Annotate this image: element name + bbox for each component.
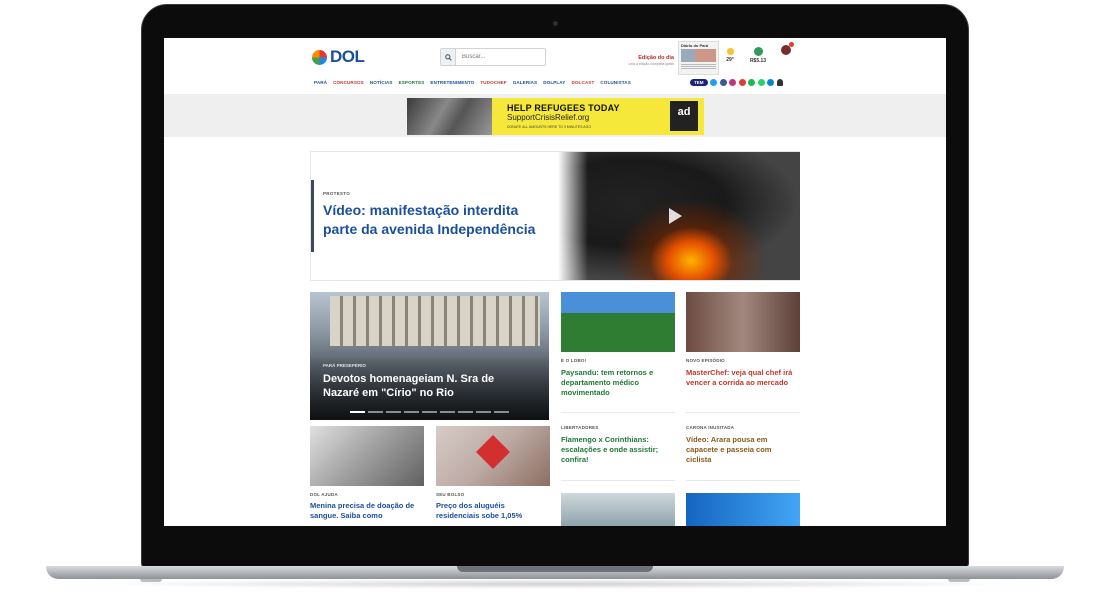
search-box [440,48,546,66]
ad-note: DONATE ALL AMOUNTS HERE TO 3 MINUTES AGO [507,125,592,129]
tem-button[interactable]: TEM [690,79,708,86]
ad-badge: ad [670,101,698,131]
carousel-dot[interactable] [494,411,509,413]
card-divider [561,412,675,413]
weather-widget[interactable]: 29° [721,48,739,63]
card-divider [686,480,800,481]
nav-item[interactable]: DOLCAST [571,80,594,85]
card-kicker: SEU BOLSO [436,492,465,497]
card-title[interactable]: Menina precisa de doação de sangue. Saib… [310,501,424,521]
carousel-dot[interactable] [386,411,401,413]
carousel-dot[interactable] [476,411,491,413]
nav-item[interactable]: GALERIAS [513,80,538,85]
carousel-dot[interactable] [404,411,419,413]
news-thumbnail[interactable] [310,426,424,486]
carousel-dot[interactable] [440,411,455,413]
hero-image-fade [558,152,588,280]
nav-item[interactable]: NOTÍCIAS [370,80,393,85]
nav-item[interactable]: CONCURSOS [333,80,364,85]
newspaper-title: Diário do Pará [681,43,709,48]
webcam [553,21,558,26]
ad-url: SupportCrisisRelief.org [507,113,590,122]
nav-item[interactable]: COLUNISTAS [600,80,631,85]
card-divider [561,480,675,481]
news-thumbnail[interactable] [436,426,550,486]
news-thumbnail[interactable] [561,292,675,352]
main-nav: PARÁ CONCURSOS NOTÍCIAS ESPORTES ENTRETENIME… [314,80,631,85]
nav-item[interactable]: DOLPLAY [543,80,565,85]
card-title[interactable]: Preço dos aluguéis residenciais sobe 1,0… [436,501,550,521]
search-icon[interactable] [441,49,456,65]
sun-icon [726,48,734,55]
carousel-dot[interactable] [350,411,365,413]
instagram-icon[interactable] [729,79,736,86]
carousel-dot[interactable] [422,411,437,413]
browser-screen: DOL Edição do dia Leia a edição completa… [164,38,946,526]
card-title[interactable]: Flamengo x Corinthians: escalações e ond… [561,435,675,465]
play-icon[interactable] [669,208,682,224]
card-kicker: CARONA INUSITADA [686,425,735,430]
ad-headline: HELP REFUGEES TODAY [507,103,620,113]
whatsapp-icon[interactable] [757,79,765,86]
nav-item[interactable]: PARÁ [314,80,327,85]
edition-link[interactable]: Edição do dia Leia a edição completa grá… [616,55,674,66]
nav-item[interactable]: ENTRETENIMENTO [430,80,474,85]
gallery-kicker: PARÁ PRESEPÉRIO [323,363,366,368]
currency-value: R$5.13 [749,58,767,64]
ad-image [407,98,492,135]
user-icon[interactable] [776,79,783,86]
laptop-shadow [80,579,1030,589]
newspaper-cover[interactable]: Diário do Pará [678,41,719,75]
currency-widget[interactable]: R$5.13 [746,47,770,64]
news-thumbnail[interactable] [686,292,800,352]
ad-badge-label: ad [677,106,691,118]
dollar-icon [753,47,763,56]
logo-mark-icon [312,49,327,65]
weather-temperature: 29° [726,57,734,63]
card-title[interactable]: Vídeo: Arara pousa em capacete e passeia… [686,435,798,465]
news-thumbnail[interactable] [686,493,800,526]
card-kicker: É O LOBO! [561,358,587,363]
news-thumbnail[interactable] [561,493,675,526]
facebook-icon[interactable] [719,79,727,86]
gallery-title[interactable]: Devotos homenageiam N. Sra de Nazaré em … [323,372,533,400]
house-graphic [476,435,510,469]
hero-kicker: PROTESTO [323,191,351,196]
gallery-image [330,296,540,346]
search-input[interactable] [456,54,542,60]
laptop-foot [948,579,970,582]
card-kicker: DOL AJUDA [310,492,338,497]
edition-subtitle: Leia a edição completa grátis [628,62,674,66]
card-kicker: LIBERTADORES [561,425,599,430]
team-badge-icon [781,42,794,55]
nav-item[interactable]: ESPORTES [399,80,425,85]
hero-accent-bar [311,180,314,252]
team-widget[interactable] [778,42,794,56]
card-kicker: NOVO EPISÓDIO [686,358,725,363]
laptop-foot [140,579,162,582]
logo-text: DOL [330,47,365,66]
hero-title[interactable]: Vídeo: manifestação interdita parte da a… [323,201,555,239]
spotify-icon[interactable] [748,79,755,86]
card-title[interactable]: Paysandu: tem retornos e departamento mé… [561,368,673,398]
carousel-dot[interactable] [368,411,383,413]
newspaper-text-lines [681,64,716,70]
telegram-icon[interactable] [767,79,774,86]
twitter-icon[interactable] [710,79,717,86]
edition-title: Edição do dia [638,55,674,61]
card-divider [686,412,800,413]
carousel-dot[interactable] [458,411,473,413]
featured-gallery-card[interactable] [310,292,549,420]
card-title[interactable]: MasterChef: veja qual chef irá vencer a … [686,368,800,388]
ad-banner[interactable]: HELP REFUGEES TODAY SupportCrisisRelief.… [407,98,704,135]
nav-item[interactable]: TUDOCHEF [480,80,506,85]
youtube-icon[interactable] [738,79,746,86]
social-links: TEM [690,79,783,86]
site-logo[interactable]: DOL [312,47,365,67]
laptop-notch [457,566,653,572]
newspaper-image [681,49,716,62]
carousel-indicators [350,411,509,413]
